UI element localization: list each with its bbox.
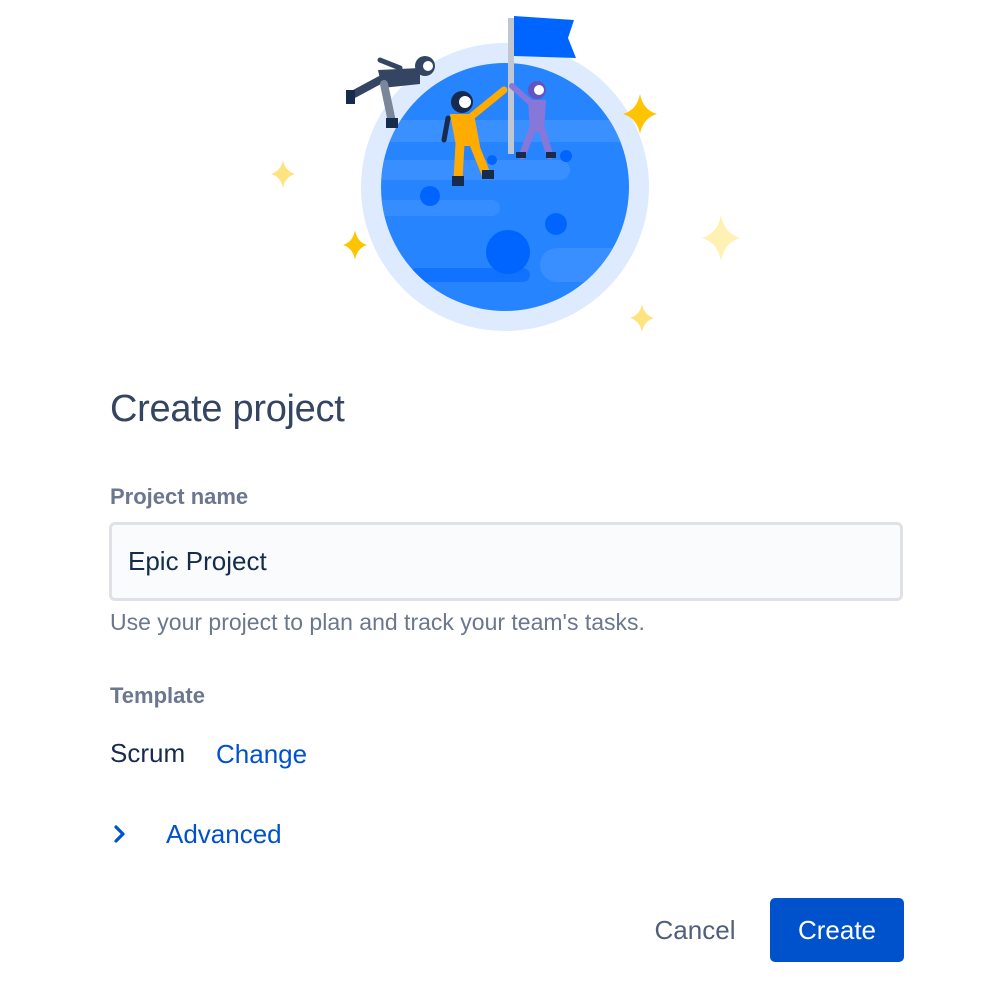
advanced-toggle[interactable]: Advanced	[112, 814, 282, 854]
sparkle-icon	[343, 230, 367, 260]
project-name-label: Project name	[110, 484, 249, 509]
template-label: Template	[110, 683, 205, 708]
flag	[514, 16, 576, 58]
planet-flag-illustration	[271, 16, 740, 332]
project-name-helper-text: Use your project to plan and track your …	[110, 609, 645, 635]
sparkle-icon	[630, 304, 654, 332]
sparkle-icon	[271, 160, 295, 188]
project-name-input[interactable]	[109, 522, 903, 601]
sparkle-icon	[702, 215, 740, 261]
cancel-button[interactable]: Cancel	[632, 898, 758, 962]
advanced-label: Advanced	[166, 818, 282, 849]
dialog-title: Create project	[110, 388, 345, 430]
template-value: Scrum	[110, 738, 186, 768]
create-button[interactable]: Create	[770, 898, 904, 962]
change-template-link[interactable]: Change	[216, 739, 307, 770]
chevron-right-icon	[112, 814, 142, 854]
